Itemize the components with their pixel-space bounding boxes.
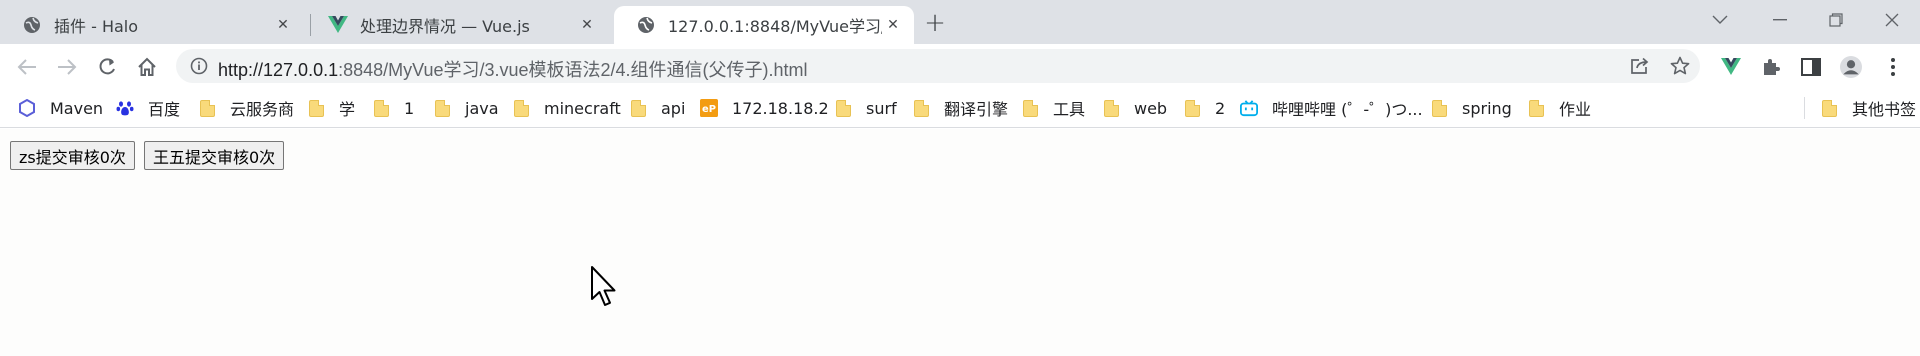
folder-icon [912, 99, 930, 117]
baidu-paw-icon [116, 99, 134, 117]
page-content: zs提交审核0次 王五提交审核0次 [0, 129, 1920, 356]
bookmarks-bar: Maven 百度 云服务商 学 1 java minecraft api eP … [0, 88, 1920, 128]
url-host: http://127.0.0.1 [218, 60, 339, 80]
bookmark-item[interactable]: 2 [1183, 96, 1225, 120]
bookmark-label: 172.18.18.2 [732, 98, 829, 118]
url-text: http://127.0.0.1:8848/MyVue学习/3.vue模板语法2… [218, 56, 808, 82]
folder-icon [1021, 99, 1039, 117]
folder-icon [629, 99, 647, 117]
bookmark-item[interactable]: eP 172.18.18.2 [700, 96, 829, 120]
bookmark-label: 百度 [148, 100, 181, 119]
bookmark-label: 2 [1215, 98, 1226, 118]
wangwu-submit-review-button[interactable]: 王五提交审核0次 [144, 141, 285, 170]
bookmark-item[interactable]: 作业 [1527, 96, 1591, 120]
restore-button[interactable] [1808, 0, 1864, 40]
close-icon[interactable]: ✕ [882, 14, 904, 36]
more-menu-icon[interactable] [1882, 56, 1904, 78]
folder-icon [198, 99, 216, 117]
folder-icon [512, 99, 530, 117]
globe-icon [636, 15, 656, 35]
bookmark-label: spring [1462, 98, 1512, 118]
tab-strip: 插件 - Halo ✕ 处理边界情况 — Vue.js ✕ 127.0.0.1:… [0, 0, 1920, 44]
bookmark-label: 翻译引擎 [944, 100, 1009, 119]
tab-title: 插件 - Halo [54, 17, 139, 36]
bookmark-item[interactable]: surf [834, 96, 897, 120]
site-info-icon[interactable] [189, 56, 209, 76]
tab-current-page[interactable]: 127.0.0.1:8848/MyVue学习/3.v ✕ [614, 6, 914, 44]
bookmark-label: 云服务商 [230, 100, 295, 119]
bookmark-item[interactable]: 工具 [1021, 96, 1085, 120]
close-icon[interactable]: ✕ [272, 14, 294, 36]
bookmark-item[interactable]: minecraft [512, 96, 621, 120]
bookmark-item[interactable]: 哔哩哔哩 (゜-゜)つ... [1240, 96, 1423, 120]
bookmark-label: 工具 [1053, 100, 1086, 119]
bookmark-label: minecraft [544, 98, 621, 118]
browser-toolbar: http://127.0.0.1:8848/MyVue学习/3.vue模板语法2… [0, 44, 1920, 88]
bookmark-item[interactable]: spring [1430, 96, 1512, 120]
bookmark-label: api [661, 98, 686, 118]
globe-icon [22, 15, 42, 35]
share-icon[interactable] [1630, 56, 1650, 76]
tab-search-chevron-icon[interactable] [1692, 0, 1748, 40]
side-panel-icon[interactable] [1800, 56, 1822, 78]
extensions-puzzle-icon[interactable] [1760, 56, 1782, 78]
bookmark-star-icon[interactable] [1670, 56, 1690, 76]
bookmark-item[interactable]: api [629, 96, 685, 120]
home-button[interactable] [132, 52, 162, 82]
bookmark-item[interactable]: 翻译引擎 [912, 96, 1008, 120]
folder-icon [1183, 99, 1201, 117]
bookmark-label: 学 [339, 100, 356, 119]
bookmark-label: 1 [404, 98, 415, 118]
vue-devtools-extension-icon[interactable] [1720, 56, 1742, 78]
bookmark-label: 其他书签 [1852, 100, 1917, 119]
folder-icon [834, 99, 852, 117]
zs-submit-review-button[interactable]: zs提交审核0次 [10, 141, 135, 170]
tab-vue-docs[interactable]: 处理边界情况 — Vue.js ✕ [306, 6, 608, 44]
bookmark-item[interactable]: 1 [372, 96, 414, 120]
bookmark-label: surf [866, 98, 897, 118]
bookmarks-divider [1804, 97, 1805, 119]
address-bar[interactable]: http://127.0.0.1:8848/MyVue学习/3.vue模板语法2… [176, 49, 1700, 83]
folder-icon [1527, 99, 1545, 117]
folder-icon [307, 99, 325, 117]
bookmark-item[interactable]: 云服务商 [198, 96, 294, 120]
svg-text:eP: eP [702, 104, 716, 115]
bookmark-item[interactable]: 学 [307, 96, 355, 120]
bilibili-icon [1240, 99, 1258, 117]
new-tab-button[interactable]: + [922, 8, 948, 38]
forward-button[interactable] [52, 52, 82, 82]
mouse-cursor-icon [591, 266, 616, 306]
close-icon[interactable]: ✕ [576, 14, 598, 36]
tab-halo[interactable]: 插件 - Halo ✕ [0, 6, 304, 44]
folder-icon [1430, 99, 1448, 117]
minimize-button[interactable] [1752, 0, 1808, 40]
bookmark-label: Maven [50, 98, 104, 118]
bookmark-item[interactable]: java [433, 96, 499, 120]
folder-icon [433, 99, 451, 117]
bookmark-label: java [465, 98, 499, 118]
folder-icon [1102, 99, 1120, 117]
tab-title: 处理边界情况 — Vue.js [360, 17, 530, 36]
back-button[interactable] [12, 52, 42, 82]
other-bookmarks[interactable]: 其他书签 [1820, 96, 1916, 120]
bookmark-item[interactable]: 百度 [116, 96, 180, 120]
vue-logo-icon [328, 15, 348, 35]
bookmark-label: 哔哩哔哩 (゜-゜)つ... [1272, 100, 1423, 119]
folder-icon [1820, 99, 1838, 117]
ep-icon: eP [700, 99, 718, 117]
bookmark-item[interactable]: Maven [18, 96, 103, 120]
bookmark-item[interactable]: web [1102, 96, 1167, 120]
url-path: :8848/MyVue学习/3.vue模板语法2/4.组件通信(父传子).htm… [338, 60, 808, 80]
bookmark-label: web [1134, 98, 1168, 118]
folder-icon [372, 99, 390, 117]
tab-title: 127.0.0.1:8848/MyVue学习/3.v [668, 17, 882, 36]
close-window-button[interactable] [1864, 0, 1920, 40]
profile-avatar-icon[interactable] [1840, 56, 1862, 78]
maven-icon [18, 99, 36, 117]
reload-button[interactable] [92, 52, 122, 82]
bookmark-label: 作业 [1559, 100, 1592, 119]
